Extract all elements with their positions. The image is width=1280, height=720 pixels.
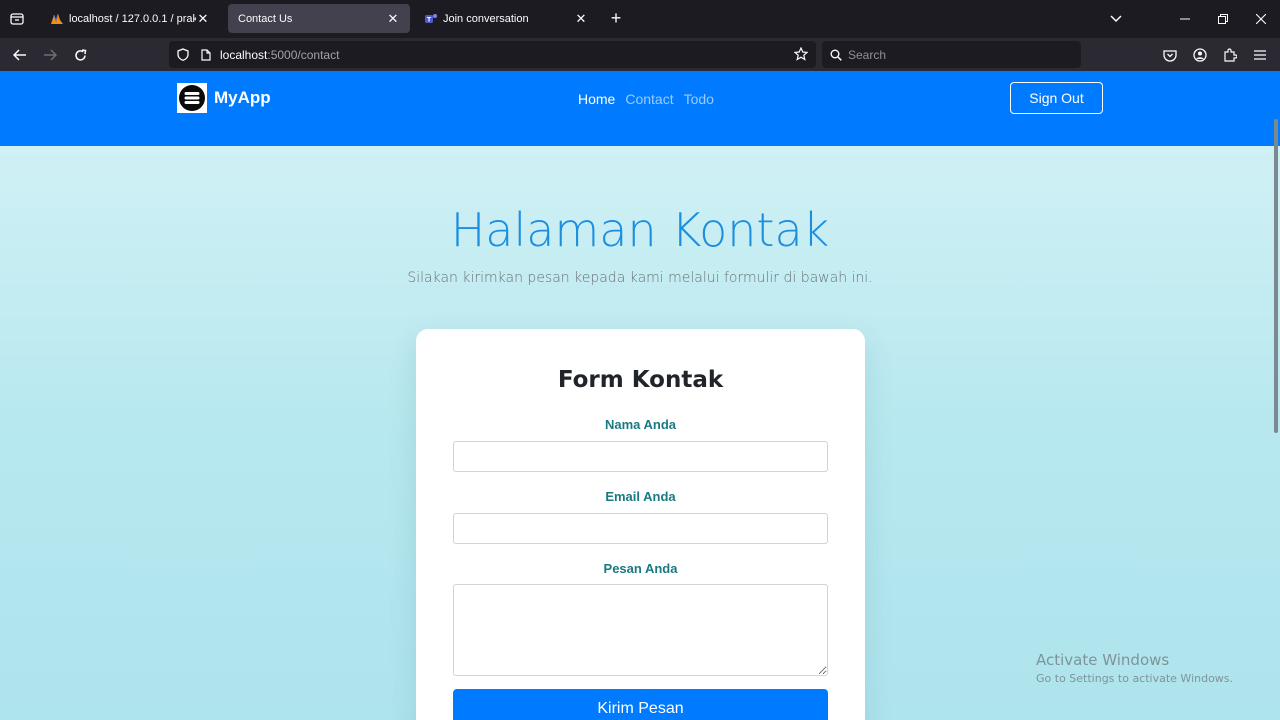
reload-icon xyxy=(74,48,86,61)
email-input[interactable] xyxy=(453,513,828,544)
url-path: :5000/contact xyxy=(267,47,340,62)
menu-button[interactable] xyxy=(1249,44,1271,66)
puzzle-icon xyxy=(1224,48,1237,62)
message-label: Pesan Anda xyxy=(603,561,678,576)
back-button[interactable] xyxy=(9,44,31,66)
sign-out-button[interactable]: Sign Out xyxy=(1010,82,1103,114)
minimize-icon xyxy=(1180,18,1190,20)
close-tab-icon[interactable]: ✕ xyxy=(386,11,400,26)
contact-form-card: Form Kontak Nama Anda Email Anda Pesan A… xyxy=(416,329,865,720)
nav-link-contact[interactable]: Contact xyxy=(625,91,673,107)
bookmark-star-icon[interactable] xyxy=(794,47,808,61)
close-window-button[interactable] xyxy=(1242,0,1280,38)
phpmyadmin-icon xyxy=(50,12,64,26)
tab-contact-us[interactable]: Contact Us ✕ xyxy=(228,4,410,33)
chevron-down-icon xyxy=(1110,15,1122,23)
send-message-button[interactable]: Kirim Pesan xyxy=(453,689,828,720)
restore-icon xyxy=(1218,14,1228,24)
form-title: Form Kontak xyxy=(557,367,724,393)
arrow-right-icon xyxy=(44,49,57,61)
account-button[interactable] xyxy=(1189,44,1211,66)
address-bar[interactable]: localhost:5000/contact xyxy=(169,41,816,68)
watermark-line-1: Activate Windows xyxy=(1036,651,1170,669)
name-label: Nama Anda xyxy=(604,417,677,432)
tab-phpmyadmin[interactable]: localhost / 127.0.0.1 / praktikum ✕ xyxy=(40,4,220,33)
brand-logo-icon xyxy=(177,83,207,113)
pocket-icon xyxy=(1163,49,1177,62)
page-icon[interactable] xyxy=(201,48,213,61)
search-placeholder: Search xyxy=(848,47,887,62)
pocket-button[interactable] xyxy=(1159,44,1181,66)
minimize-button[interactable] xyxy=(1166,0,1204,38)
app-navbar: MyApp Home Contact Todo Sign Out xyxy=(0,71,1280,146)
nav-link-home[interactable]: Home xyxy=(578,91,615,107)
shield-icon[interactable] xyxy=(177,48,191,61)
url-host: localhost xyxy=(220,47,268,62)
new-tab-button[interactable]: + xyxy=(606,9,626,29)
message-textarea[interactable] xyxy=(453,584,828,676)
close-tab-icon[interactable]: ✕ xyxy=(196,11,210,26)
hamburger-icon xyxy=(1254,50,1266,60)
tab-title: localhost / 127.0.0.1 / praktikum xyxy=(69,12,196,25)
email-label: Email Anda xyxy=(605,489,676,504)
arrow-left-icon xyxy=(13,49,26,61)
forward-button[interactable] xyxy=(39,44,61,66)
close-tab-icon[interactable]: ✕ xyxy=(574,11,588,26)
browser-tab-bar: localhost / 127.0.0.1 / praktikum ✕ Cont… xyxy=(0,0,1280,38)
main-nav: Home Contact Todo xyxy=(578,91,724,107)
close-icon xyxy=(1256,14,1266,24)
windows-activation-watermark: Activate Windows Go to Settings to activ… xyxy=(1036,651,1233,685)
firefox-view-icon xyxy=(10,13,24,25)
brand-link[interactable]: MyApp xyxy=(177,83,271,113)
tab-title: Join conversation xyxy=(443,12,529,25)
firefox-view-button[interactable] xyxy=(0,0,34,38)
reload-button[interactable] xyxy=(69,44,91,66)
watermark-line-2: Go to Settings to activate Windows. xyxy=(1036,672,1234,685)
search-bar[interactable]: Search xyxy=(822,41,1081,68)
restore-button[interactable] xyxy=(1204,0,1242,38)
extensions-button[interactable] xyxy=(1219,44,1241,66)
page-scrollbar[interactable] xyxy=(1274,119,1278,433)
nav-link-todo[interactable]: Todo xyxy=(684,91,714,107)
list-all-tabs-button[interactable] xyxy=(1106,10,1126,28)
account-icon xyxy=(1193,48,1207,62)
page-subtitle: Silakan kirimkan pesan kepada kami melal… xyxy=(407,270,873,286)
page-title: Halaman Kontak xyxy=(450,203,830,257)
teams-icon: T xyxy=(424,12,438,26)
search-icon xyxy=(830,49,842,61)
page-content: MyApp Home Contact Todo Sign Out Halaman… xyxy=(0,71,1280,720)
browser-toolbar: localhost:5000/contact Search xyxy=(0,38,1280,71)
brand-name: MyApp xyxy=(214,88,271,107)
name-input[interactable] xyxy=(453,441,828,472)
tab-title: Contact Us xyxy=(238,12,293,25)
tab-join-conversation[interactable]: T Join conversation ✕ xyxy=(414,4,598,33)
